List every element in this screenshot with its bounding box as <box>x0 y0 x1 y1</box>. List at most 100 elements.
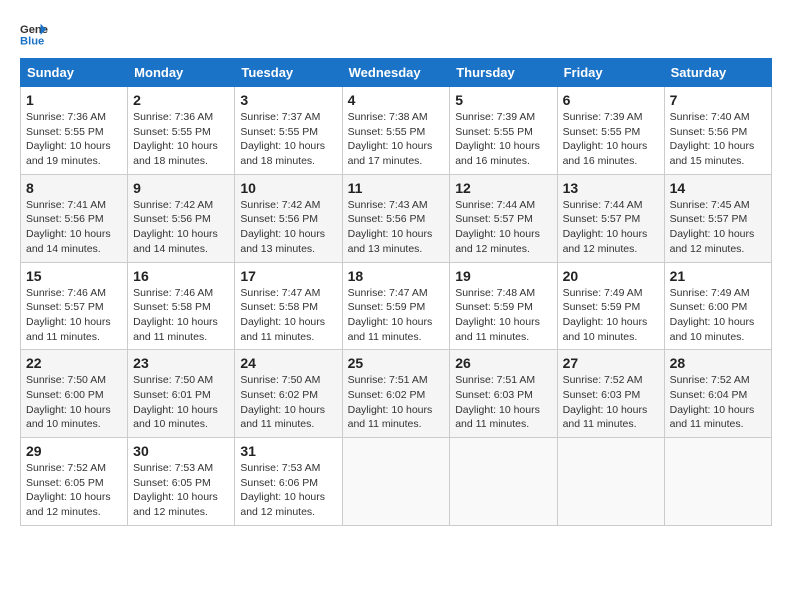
week-row-2: 8 Sunrise: 7:41 AMSunset: 5:56 PMDaylight… <box>21 174 772 262</box>
calendar-cell <box>557 438 664 526</box>
day-detail: Sunrise: 7:43 AMSunset: 5:56 PMDaylight:… <box>348 198 445 257</box>
day-number: 21 <box>670 268 766 284</box>
calendar-body: 1 Sunrise: 7:36 AMSunset: 5:55 PMDaylight… <box>21 87 772 526</box>
weekday-header-row: SundayMondayTuesdayWednesdayThursdayFrid… <box>21 59 772 87</box>
calendar-cell: 7Sunrise: 7:40 AMSunset: 5:56 PMDaylight… <box>664 87 771 175</box>
weekday-header-tuesday: Tuesday <box>235 59 342 87</box>
day-number: 25 <box>348 355 445 371</box>
calendar-cell: 31 Sunrise: 7:53 AMSunset: 6:06 PMDayligh… <box>235 438 342 526</box>
day-detail: Sunrise: 7:51 AMSunset: 6:02 PMDaylight:… <box>348 373 445 432</box>
day-number: 2 <box>133 92 229 108</box>
day-detail: Sunrise: 7:52 AMSunset: 6:05 PMDaylight:… <box>26 461 122 520</box>
day-number: 16 <box>133 268 229 284</box>
week-row-1: 1 Sunrise: 7:36 AMSunset: 5:55 PMDaylight… <box>21 87 772 175</box>
week-row-4: 22 Sunrise: 7:50 AMSunset: 6:00 PMDayligh… <box>21 350 772 438</box>
calendar-cell <box>342 438 450 526</box>
weekday-header-wednesday: Wednesday <box>342 59 450 87</box>
calendar-cell: 18 Sunrise: 7:47 AMSunset: 5:59 PMDayligh… <box>342 262 450 350</box>
week-row-5: 29 Sunrise: 7:52 AMSunset: 6:05 PMDayligh… <box>21 438 772 526</box>
day-number: 20 <box>563 268 659 284</box>
svg-text:Blue: Blue <box>20 35 44 47</box>
day-detail: Sunrise: 7:49 AMSunset: 6:00 PMDaylight:… <box>670 286 766 345</box>
calendar-cell: 10 Sunrise: 7:42 AMSunset: 5:56 PMDayligh… <box>235 174 342 262</box>
calendar-cell: 24 Sunrise: 7:50 AMSunset: 6:02 PMDayligh… <box>235 350 342 438</box>
calendar-cell <box>450 438 557 526</box>
day-detail: Sunrise: 7:50 AMSunset: 6:02 PMDaylight:… <box>240 373 336 432</box>
day-number: 12 <box>455 180 551 196</box>
calendar-cell: 2Sunrise: 7:36 AMSunset: 5:55 PMDaylight… <box>128 87 235 175</box>
day-number: 14 <box>670 180 766 196</box>
calendar-cell: 28Sunrise: 7:52 AMSunset: 6:04 PMDayligh… <box>664 350 771 438</box>
day-detail: Sunrise: 7:44 AMSunset: 5:57 PMDaylight:… <box>563 198 659 257</box>
calendar-cell: 4 Sunrise: 7:38 AMSunset: 5:55 PMDaylight… <box>342 87 450 175</box>
day-number: 18 <box>348 268 445 284</box>
day-detail: Sunrise: 7:42 AMSunset: 5:56 PMDaylight:… <box>240 198 336 257</box>
weekday-header-saturday: Saturday <box>664 59 771 87</box>
day-number: 26 <box>455 355 551 371</box>
day-number: 29 <box>26 443 122 459</box>
day-number: 9 <box>133 180 229 196</box>
day-detail: Sunrise: 7:38 AMSunset: 5:55 PMDaylight:… <box>348 110 445 169</box>
day-number: 19 <box>455 268 551 284</box>
calendar-cell: 15Sunrise: 7:46 AMSunset: 5:57 PMDayligh… <box>21 262 128 350</box>
week-row-3: 15Sunrise: 7:46 AMSunset: 5:57 PMDayligh… <box>21 262 772 350</box>
day-number: 24 <box>240 355 336 371</box>
weekday-header-thursday: Thursday <box>450 59 557 87</box>
calendar-cell: 1 Sunrise: 7:36 AMSunset: 5:55 PMDaylight… <box>21 87 128 175</box>
page-header: General Blue <box>20 20 772 48</box>
day-detail: Sunrise: 7:46 AMSunset: 5:58 PMDaylight:… <box>133 286 229 345</box>
day-detail: Sunrise: 7:39 AMSunset: 5:55 PMDaylight:… <box>563 110 659 169</box>
calendar-cell: 6 Sunrise: 7:39 AMSunset: 5:55 PMDaylight… <box>557 87 664 175</box>
day-detail: Sunrise: 7:39 AMSunset: 5:55 PMDaylight:… <box>455 110 551 169</box>
calendar-cell: 14Sunrise: 7:45 AMSunset: 5:57 PMDayligh… <box>664 174 771 262</box>
day-number: 31 <box>240 443 336 459</box>
day-number: 10 <box>240 180 336 196</box>
calendar-cell: 19Sunrise: 7:48 AMSunset: 5:59 PMDayligh… <box>450 262 557 350</box>
day-detail: Sunrise: 7:36 AMSunset: 5:55 PMDaylight:… <box>26 110 122 169</box>
day-detail: Sunrise: 7:44 AMSunset: 5:57 PMDaylight:… <box>455 198 551 257</box>
day-detail: Sunrise: 7:51 AMSunset: 6:03 PMDaylight:… <box>455 373 551 432</box>
day-detail: Sunrise: 7:53 AMSunset: 6:06 PMDaylight:… <box>240 461 336 520</box>
calendar-cell: 20 Sunrise: 7:49 AMSunset: 5:59 PMDayligh… <box>557 262 664 350</box>
calendar-cell: 23Sunrise: 7:50 AMSunset: 6:01 PMDayligh… <box>128 350 235 438</box>
calendar-table: SundayMondayTuesdayWednesdayThursdayFrid… <box>20 58 772 526</box>
calendar-cell: 25 Sunrise: 7:51 AMSunset: 6:02 PMDayligh… <box>342 350 450 438</box>
calendar-cell <box>664 438 771 526</box>
calendar-cell: 8 Sunrise: 7:41 AMSunset: 5:56 PMDaylight… <box>21 174 128 262</box>
day-number: 6 <box>563 92 659 108</box>
calendar-cell: 3 Sunrise: 7:37 AMSunset: 5:55 PMDaylight… <box>235 87 342 175</box>
day-detail: Sunrise: 7:41 AMSunset: 5:56 PMDaylight:… <box>26 198 122 257</box>
calendar-cell: 9 Sunrise: 7:42 AMSunset: 5:56 PMDaylight… <box>128 174 235 262</box>
day-number: 4 <box>348 92 445 108</box>
day-detail: Sunrise: 7:46 AMSunset: 5:57 PMDaylight:… <box>26 286 122 345</box>
day-detail: Sunrise: 7:50 AMSunset: 6:01 PMDaylight:… <box>133 373 229 432</box>
day-detail: Sunrise: 7:47 AMSunset: 5:59 PMDaylight:… <box>348 286 445 345</box>
day-detail: Sunrise: 7:42 AMSunset: 5:56 PMDaylight:… <box>133 198 229 257</box>
logo: General Blue <box>20 20 48 48</box>
day-detail: Sunrise: 7:47 AMSunset: 5:58 PMDaylight:… <box>240 286 336 345</box>
weekday-header-monday: Monday <box>128 59 235 87</box>
day-number: 3 <box>240 92 336 108</box>
calendar-cell: 30 Sunrise: 7:53 AMSunset: 6:05 PMDayligh… <box>128 438 235 526</box>
calendar-cell: 29 Sunrise: 7:52 AMSunset: 6:05 PMDayligh… <box>21 438 128 526</box>
day-number: 1 <box>26 92 122 108</box>
day-detail: Sunrise: 7:53 AMSunset: 6:05 PMDaylight:… <box>133 461 229 520</box>
day-detail: Sunrise: 7:50 AMSunset: 6:00 PMDaylight:… <box>26 373 122 432</box>
calendar-cell: 12 Sunrise: 7:44 AMSunset: 5:57 PMDayligh… <box>450 174 557 262</box>
calendar-cell: 13 Sunrise: 7:44 AMSunset: 5:57 PMDayligh… <box>557 174 664 262</box>
day-detail: Sunrise: 7:52 AMSunset: 6:03 PMDaylight:… <box>563 373 659 432</box>
day-number: 30 <box>133 443 229 459</box>
day-number: 11 <box>348 180 445 196</box>
day-number: 8 <box>26 180 122 196</box>
weekday-header-sunday: Sunday <box>21 59 128 87</box>
day-number: 7 <box>670 92 766 108</box>
day-detail: Sunrise: 7:37 AMSunset: 5:55 PMDaylight:… <box>240 110 336 169</box>
day-number: 13 <box>563 180 659 196</box>
calendar-cell: 21 Sunrise: 7:49 AMSunset: 6:00 PMDayligh… <box>664 262 771 350</box>
calendar-cell: 5 Sunrise: 7:39 AMSunset: 5:55 PMDaylight… <box>450 87 557 175</box>
day-detail: Sunrise: 7:49 AMSunset: 5:59 PMDaylight:… <box>563 286 659 345</box>
day-number: 17 <box>240 268 336 284</box>
day-number: 22 <box>26 355 122 371</box>
calendar-cell: 11 Sunrise: 7:43 AMSunset: 5:56 PMDayligh… <box>342 174 450 262</box>
day-number: 5 <box>455 92 551 108</box>
